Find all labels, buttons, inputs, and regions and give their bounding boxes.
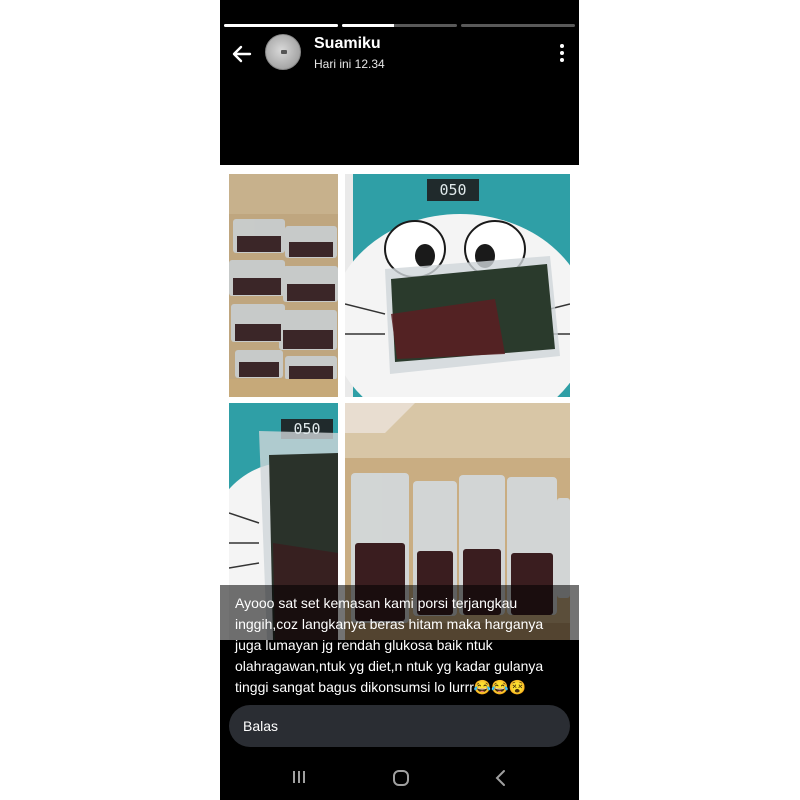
- story-header: Suamiku Hari ini 12.34: [220, 30, 579, 76]
- scale-display-2: 050: [293, 420, 321, 438]
- more-vertical-icon[interactable]: [559, 44, 565, 62]
- story-progress: [224, 24, 575, 27]
- story-caption: Ayooo sat set kemasan kami porsi terjang…: [220, 585, 579, 708]
- progress-fill: [342, 24, 394, 27]
- photo-scale-1: 050: [345, 174, 570, 397]
- photo-bags-stack: [229, 174, 338, 397]
- avatar[interactable]: [265, 34, 301, 70]
- nav-back-icon[interactable]: [492, 768, 510, 788]
- arrow-left-icon[interactable]: [230, 42, 254, 66]
- user-name[interactable]: Suamiku: [314, 35, 381, 53]
- story-viewer: Suamiku Hari ini 12.34 050 050 Ayooo sat…: [220, 0, 579, 800]
- timestamp: Hari ini 12.34: [314, 57, 385, 71]
- scale-display-1: 050: [439, 181, 467, 199]
- progress-segment: [224, 24, 339, 27]
- recent-apps-icon[interactable]: [290, 768, 308, 786]
- progress-segment: [460, 24, 575, 27]
- avatar-detail: [281, 50, 287, 54]
- system-nav-bar: [220, 760, 579, 798]
- reply-input[interactable]: Balas: [229, 705, 570, 747]
- progress-segment: [342, 24, 457, 27]
- home-icon[interactable]: [391, 768, 411, 788]
- story-image: 050 050: [220, 165, 579, 640]
- progress-fill: [224, 24, 339, 27]
